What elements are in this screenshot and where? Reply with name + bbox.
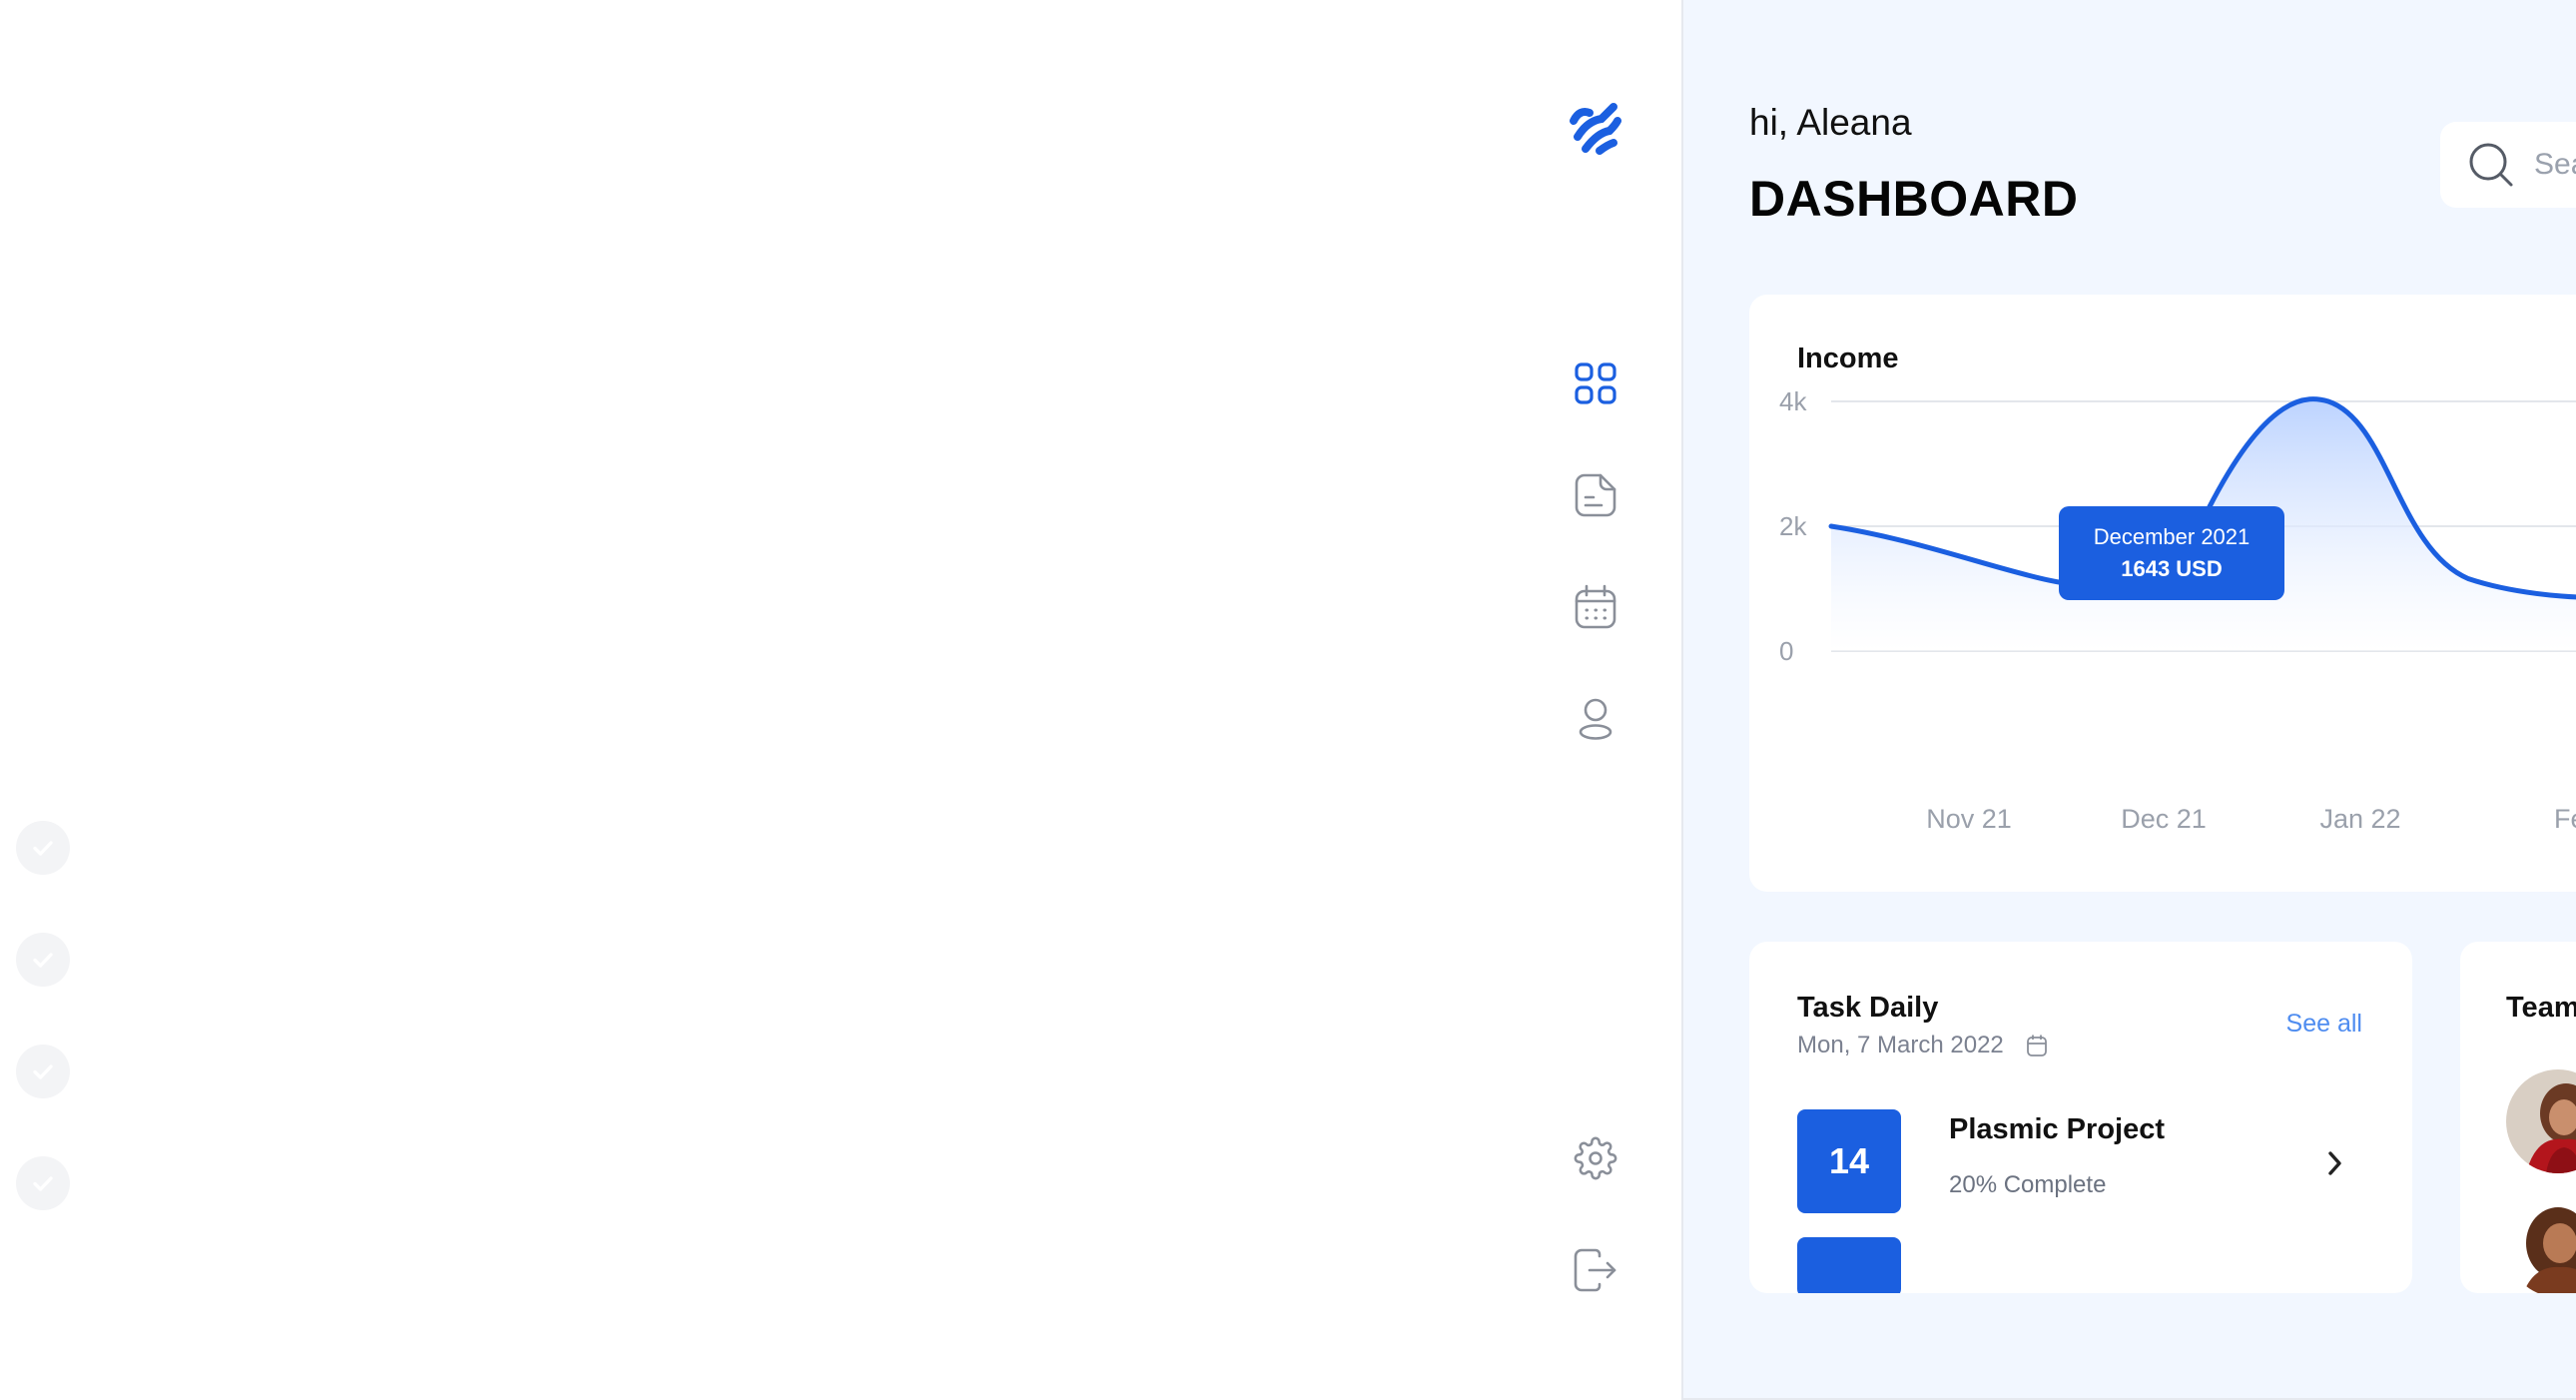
x-tick-label: Dec 21 — [2121, 804, 2207, 834]
avatar[interactable] — [2506, 1193, 2576, 1293]
logo-icon[interactable] — [1568, 99, 1623, 157]
search-input[interactable]: Sea — [2534, 148, 2576, 182]
task-daily-title: Task Daily — [1797, 992, 1939, 1024]
task-day-badge: 14 — [1797, 1109, 1901, 1213]
chevron-right-icon[interactable] — [2314, 1143, 2354, 1183]
y-tick-label: 0 — [1779, 636, 1793, 666]
y-tick-label: 4k — [1779, 386, 1807, 416]
task-project-name[interactable]: Plasmic Project — [1949, 1113, 2165, 1146]
task-day-badge — [1797, 1237, 1901, 1293]
calendar-icon[interactable] — [1573, 584, 1618, 630]
team-title: Team — [2506, 992, 2576, 1024]
chart-tooltip: December 2021 1643 USD — [2059, 506, 2284, 600]
check-icon — [16, 1045, 70, 1098]
team-card: Team — [2460, 942, 2576, 1293]
income-card: Income 4k2k0 Nov 21Dec 21Jan 22Feb Decem… — [1749, 295, 2576, 892]
grid-icon[interactable] — [1573, 360, 1618, 406]
page-title: DASHBOARD — [1749, 171, 2079, 227]
check-icon — [16, 821, 70, 875]
search-icon — [2468, 142, 2514, 188]
logout-icon[interactable] — [1573, 1247, 1618, 1293]
avatar[interactable] — [2506, 1069, 2576, 1173]
x-tick-label: Jan 22 — [2319, 804, 2400, 834]
greeting: hi, Aleana — [1749, 102, 1912, 143]
gear-icon[interactable] — [1573, 1135, 1618, 1181]
check-icon — [16, 1156, 70, 1210]
calendar-icon[interactable] — [2026, 1034, 2048, 1057]
main-panel: hi, Aleana DASHBOARD Sea Income 4k2k0 No… — [1681, 0, 2576, 1400]
x-tick-label: Nov 21 — [1926, 804, 2012, 834]
user-icon[interactable] — [1573, 696, 1618, 742]
y-tick-label: 2k — [1779, 511, 1807, 541]
tooltip-value: 1643 USD — [2121, 556, 2223, 581]
search-field[interactable]: Sea — [2440, 122, 2576, 208]
tooltip-label: December 2021 — [2093, 524, 2251, 549]
task-daily-card: Task Daily See all Mon, 7 March 2022 14 … — [1749, 942, 2412, 1293]
check-icon — [16, 933, 70, 987]
task-project-status: 20% Complete — [1949, 1171, 2107, 1198]
task-date-text: Mon, 7 March 2022 — [1797, 1032, 2004, 1058]
task-date: Mon, 7 March 2022 — [1797, 1032, 2048, 1059]
document-icon[interactable] — [1573, 472, 1618, 518]
x-tick-label: Feb — [2554, 804, 2576, 834]
see-all-link[interactable]: See all — [2286, 1010, 2362, 1039]
